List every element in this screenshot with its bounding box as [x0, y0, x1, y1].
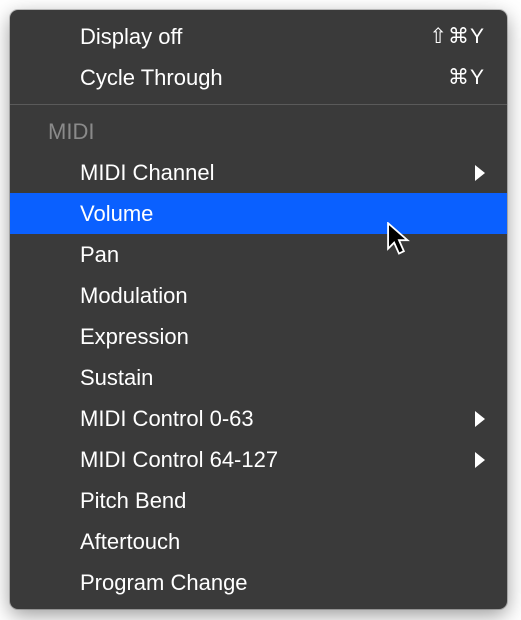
menu-item-label: Volume — [80, 201, 485, 227]
menu-item-label: Pan — [80, 242, 485, 268]
menu-item-midi-control-0-63[interactable]: MIDI Control 0-63 — [10, 398, 507, 439]
menu-item-label: MIDI Channel — [80, 160, 475, 186]
menu-separator — [10, 104, 507, 105]
menu-item-volume[interactable]: Volume — [10, 193, 507, 234]
menu-item-label: Aftertouch — [80, 529, 485, 555]
context-menu: Display off ⇧⌘Y Cycle Through ⌘Y MIDI MI… — [10, 10, 507, 609]
submenu-arrow-icon — [475, 452, 485, 468]
menu-item-cycle-through[interactable]: Cycle Through ⌘Y — [10, 57, 507, 98]
submenu-arrow-icon — [475, 165, 485, 181]
menu-item-midi-channel[interactable]: MIDI Channel — [10, 152, 507, 193]
menu-item-aftertouch[interactable]: Aftertouch — [10, 521, 507, 562]
section-header-label: MIDI — [48, 119, 485, 145]
menu-item-label: Cycle Through — [80, 65, 448, 91]
menu-item-pitch-bend[interactable]: Pitch Bend — [10, 480, 507, 521]
menu-item-label: Expression — [80, 324, 485, 350]
menu-item-shortcut: ⌘Y — [448, 65, 485, 90]
menu-item-midi-control-64-127[interactable]: MIDI Control 64-127 — [10, 439, 507, 480]
menu-item-label: Pitch Bend — [80, 488, 485, 514]
menu-item-display-off[interactable]: Display off ⇧⌘Y — [10, 16, 507, 57]
menu-item-label: Display off — [80, 24, 429, 50]
menu-item-label: Modulation — [80, 283, 485, 309]
menu-section-header-midi: MIDI — [10, 111, 507, 152]
submenu-arrow-icon — [475, 411, 485, 427]
menu-item-program-change[interactable]: Program Change — [10, 562, 507, 603]
menu-item-label: MIDI Control 64-127 — [80, 447, 475, 473]
menu-item-sustain[interactable]: Sustain — [10, 357, 507, 398]
menu-item-pan[interactable]: Pan — [10, 234, 507, 275]
menu-item-label: Sustain — [80, 365, 485, 391]
menu-item-label: MIDI Control 0-63 — [80, 406, 475, 432]
menu-item-expression[interactable]: Expression — [10, 316, 507, 357]
menu-item-label: Program Change — [80, 570, 485, 596]
menu-item-modulation[interactable]: Modulation — [10, 275, 507, 316]
menu-item-shortcut: ⇧⌘Y — [429, 24, 485, 49]
